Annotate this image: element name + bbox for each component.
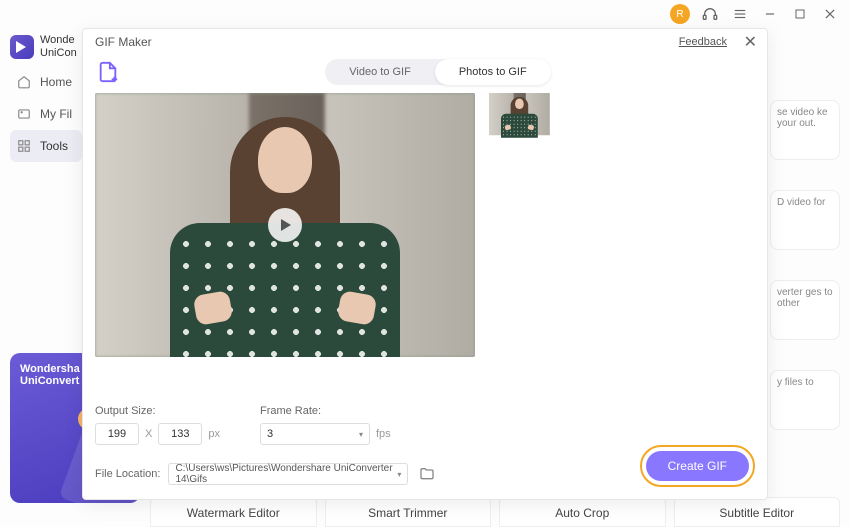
feature-card-peek[interactable]: verter ges to other bbox=[770, 280, 840, 340]
menu-icon[interactable] bbox=[730, 4, 750, 24]
home-icon bbox=[16, 74, 32, 90]
sidebar-item-label: Home bbox=[40, 75, 72, 89]
tools-icon bbox=[16, 138, 32, 154]
width-input[interactable] bbox=[95, 423, 139, 445]
tool-card-subtitle[interactable]: Subtitle Editor bbox=[674, 497, 841, 527]
minimize-button[interactable] bbox=[760, 4, 780, 24]
logo-icon bbox=[10, 35, 34, 59]
feature-cards-peek: se video ke your out. D video for verter… bbox=[770, 100, 840, 430]
photo-thumbnail[interactable] bbox=[489, 93, 549, 135]
sidebar-item-label: Tools bbox=[40, 139, 68, 153]
height-input[interactable] bbox=[158, 423, 202, 445]
fps-unit: fps bbox=[376, 428, 391, 440]
feature-card-peek[interactable]: y files to bbox=[770, 370, 840, 430]
output-size-label: Output Size: bbox=[95, 405, 220, 417]
tab-video-to-gif[interactable]: Video to GIF bbox=[325, 59, 435, 85]
dialog-title: GIF Maker bbox=[95, 35, 152, 49]
px-unit: px bbox=[208, 428, 220, 440]
file-location-label: File Location: bbox=[95, 468, 160, 480]
tool-card-autocrop[interactable]: Auto Crop bbox=[499, 497, 666, 527]
main-window: R Wonde UniCon Home bbox=[0, 0, 850, 527]
maximize-button[interactable] bbox=[790, 4, 810, 24]
sidebar: Wonde UniCon Home My Fil Tools bbox=[10, 28, 82, 162]
preview-image bbox=[95, 93, 475, 357]
sidebar-item-myfiles[interactable]: My Fil bbox=[10, 98, 82, 130]
tab-photos-to-gif[interactable]: Photos to GIF bbox=[435, 59, 551, 85]
close-icon[interactable]: ✕ bbox=[744, 32, 757, 52]
bottom-tools-row: Watermark Editor Smart Trimmer Auto Crop… bbox=[150, 497, 840, 527]
feature-card-peek[interactable]: se video ke your out. bbox=[770, 100, 840, 160]
file-location-value: C:\Users\ws\Pictures\Wondershare UniConv… bbox=[175, 463, 397, 485]
create-gif-button[interactable]: Create GIF bbox=[646, 451, 749, 481]
tool-card-trimmer[interactable]: Smart Trimmer bbox=[325, 497, 492, 527]
chevron-down-icon: ▾ bbox=[397, 470, 401, 479]
sidebar-item-label: My Fil bbox=[40, 107, 72, 121]
files-icon bbox=[16, 106, 32, 122]
close-window-button[interactable] bbox=[820, 4, 840, 24]
import-file-icon[interactable] bbox=[95, 59, 121, 85]
x-separator: X bbox=[145, 428, 152, 440]
dialog-body bbox=[83, 93, 767, 387]
tool-card-watermark[interactable]: Watermark Editor bbox=[150, 497, 317, 527]
mode-toggle: Video to GIF Photos to GIF bbox=[325, 59, 550, 85]
frame-rate-select[interactable]: 3 ▾ bbox=[260, 423, 370, 445]
headset-icon[interactable] bbox=[700, 4, 720, 24]
feature-card-peek[interactable]: D video for bbox=[770, 190, 840, 250]
preview-panel bbox=[95, 93, 475, 387]
gif-maker-dialog: GIF Maker Feedback ✕ Video to GIF Photos… bbox=[82, 28, 768, 500]
play-button[interactable] bbox=[268, 208, 302, 242]
frame-rate-label: Frame Rate: bbox=[260, 405, 391, 417]
chevron-down-icon: ▾ bbox=[359, 430, 363, 439]
open-folder-button[interactable] bbox=[416, 463, 438, 485]
settings-row: Output Size: X px Frame Rate: 3 ▾ fps bbox=[83, 387, 767, 453]
dialog-toolbar: Video to GIF Photos to GIF bbox=[83, 55, 767, 93]
sidebar-item-home[interactable]: Home bbox=[10, 66, 82, 98]
app-logo: Wonde UniCon bbox=[10, 28, 82, 66]
dialog-header: GIF Maker Feedback ✕ bbox=[83, 29, 767, 55]
output-size-group: Output Size: X px bbox=[95, 405, 220, 445]
feedback-link[interactable]: Feedback bbox=[679, 36, 727, 48]
thumbnail-strip bbox=[489, 93, 755, 387]
avatar-icon[interactable]: R bbox=[670, 4, 690, 24]
app-name: Wonde UniCon bbox=[40, 34, 77, 60]
sidebar-item-tools[interactable]: Tools bbox=[10, 130, 82, 162]
frame-rate-value: 3 bbox=[267, 428, 273, 440]
titlebar: R bbox=[0, 0, 850, 28]
create-gif-highlight: Create GIF bbox=[640, 445, 755, 487]
file-location-input[interactable]: C:\Users\ws\Pictures\Wondershare UniConv… bbox=[168, 463, 408, 485]
frame-rate-group: Frame Rate: 3 ▾ fps bbox=[260, 405, 391, 445]
